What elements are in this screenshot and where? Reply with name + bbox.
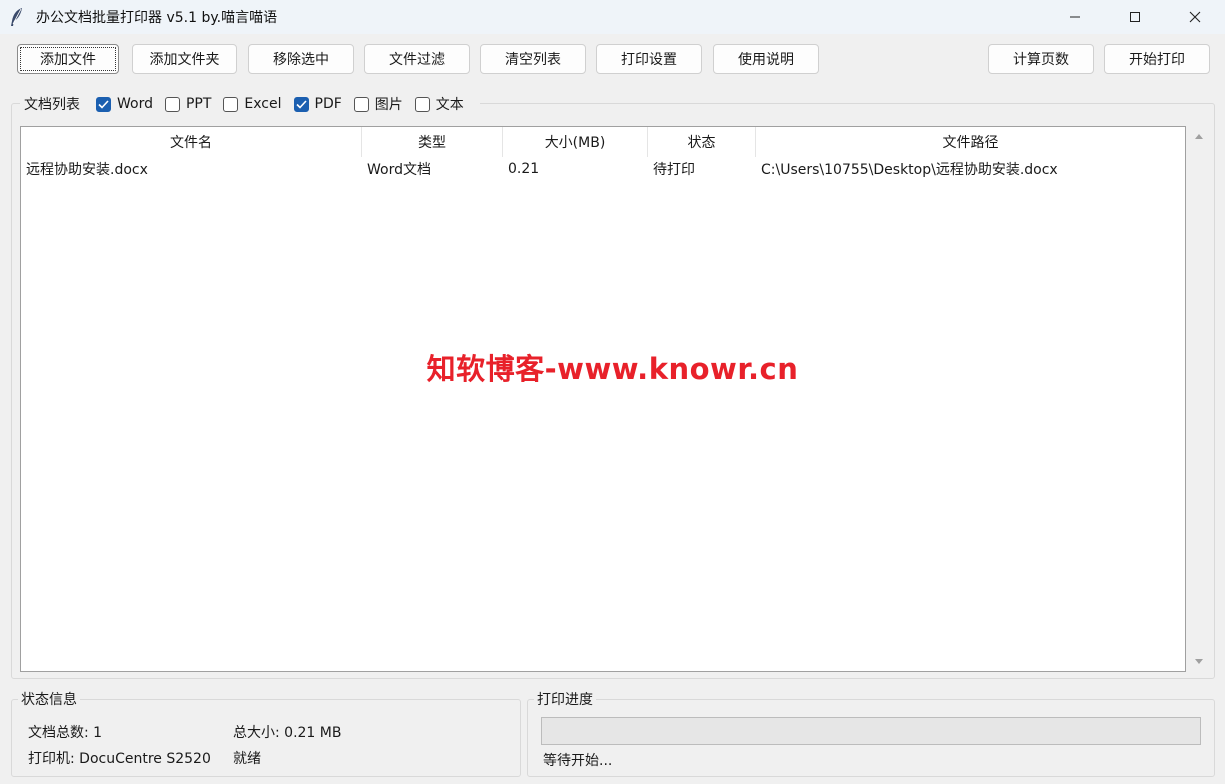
cell-type: Word文档 — [367, 162, 431, 178]
checkbox-checked-icon[interactable] — [293, 96, 309, 112]
filter-excel-label: Excel — [244, 96, 282, 112]
status-info-group: 状态信息 文档总数: 1 总大小: 0.21 MB 打印机: DocuCentr… — [11, 689, 521, 777]
cell-filename: 远程协助安装.docx — [26, 162, 148, 178]
table-header: 文件名 类型 大小(MB) 状态 文件路径 — [21, 127, 1185, 157]
status-info-title: 状态信息 — [18, 689, 80, 709]
filter-pdf-label: PDF — [314, 96, 342, 112]
filter-word-label: Word — [117, 96, 153, 112]
cell-status: 待打印 — [653, 162, 695, 178]
checkbox-unchecked-icon[interactable] — [223, 96, 239, 112]
title-bar: 办公文档批量打印器 v5.1 by.喵言喵语 — [0, 0, 1225, 34]
count-pages-button[interactable]: 计算页数 — [988, 44, 1094, 74]
total-size: 总大小: 0.21 MB — [233, 725, 342, 741]
checkbox-unchecked-icon[interactable] — [353, 96, 369, 112]
maximize-icon — [1130, 12, 1140, 22]
document-list-header: 文档列表 Word PPT Excel PDF 图片 文本 — [20, 93, 480, 115]
scroll-up-icon[interactable] — [1193, 130, 1205, 142]
checkbox-unchecked-icon[interactable] — [164, 96, 180, 112]
filter-excel-checkbox[interactable]: Excel — [223, 96, 282, 112]
column-header-path[interactable]: 文件路径 — [756, 127, 1185, 157]
document-list-group: 文档列表 Word PPT Excel PDF 图片 文本 文件名 类型 大小(MB) 状… — [11, 93, 1215, 679]
print-progress-bar — [541, 717, 1201, 745]
column-header-type[interactable]: 类型 — [362, 127, 503, 157]
print-progress-group: 打印进度 等待开始... — [527, 689, 1215, 777]
checkbox-unchecked-icon[interactable] — [414, 96, 430, 112]
filter-pdf-checkbox[interactable]: PDF — [293, 96, 342, 112]
cell-path: C:\Users\10755\Desktop\远程协助安装.docx — [761, 162, 1058, 178]
maximize-button[interactable] — [1105, 0, 1165, 34]
document-count: 文档总数: 1 — [28, 725, 103, 741]
filter-image-checkbox[interactable]: 图片 — [353, 94, 403, 114]
document-table[interactable]: 文件名 类型 大小(MB) 状态 文件路径 远程协助安装.docx Word文档… — [20, 126, 1186, 672]
ready-status: 就绪 — [233, 751, 261, 767]
usage-guide-button[interactable]: 使用说明 — [713, 44, 819, 74]
window-title: 办公文档批量打印器 v5.1 by.喵言喵语 — [36, 10, 278, 26]
start-print-button[interactable]: 开始打印 — [1104, 44, 1210, 74]
print-progress-title: 打印进度 — [534, 689, 596, 709]
cell-size: 0.21 — [508, 161, 540, 177]
add-file-button[interactable]: 添加文件 — [17, 44, 119, 74]
column-header-size[interactable]: 大小(MB) — [503, 127, 648, 157]
table-row[interactable]: 远程协助安装.docx Word文档 0.21 待打印 C:\Users\107… — [21, 157, 1185, 181]
add-folder-button[interactable]: 添加文件夹 — [132, 44, 237, 74]
filter-word-checkbox[interactable]: Word — [96, 96, 153, 112]
filter-image-label: 图片 — [374, 97, 403, 113]
toolbar: 添加文件 添加文件夹 移除选中 文件过滤 清空列表 打印设置 使用说明 计算页数… — [0, 44, 1225, 76]
filter-text-label: 文本 — [435, 97, 464, 113]
clear-list-button[interactable]: 清空列表 — [480, 44, 586, 74]
remove-selected-button[interactable]: 移除选中 — [248, 44, 354, 74]
minimize-icon — [1070, 16, 1080, 18]
feather-icon — [10, 7, 26, 27]
progress-status-text: 等待开始... — [543, 753, 613, 769]
close-button[interactable] — [1165, 0, 1225, 34]
filter-ppt-checkbox[interactable]: PPT — [164, 96, 212, 112]
printer-name: 打印机: DocuCentre S2520 — [28, 751, 211, 767]
column-header-status[interactable]: 状态 — [648, 127, 756, 157]
print-settings-button[interactable]: 打印设置 — [596, 44, 702, 74]
column-header-filename[interactable]: 文件名 — [21, 127, 362, 157]
vertical-scrollbar[interactable] — [1190, 126, 1208, 672]
minimize-button[interactable] — [1045, 0, 1105, 34]
scroll-down-icon[interactable] — [1193, 656, 1205, 668]
filter-text-checkbox[interactable]: 文本 — [414, 94, 464, 114]
document-list-title: 文档列表 — [24, 97, 80, 113]
watermark-text: 知软博客-www.knowr.cn — [426, 352, 799, 386]
close-icon — [1189, 11, 1201, 23]
filter-ppt-label: PPT — [185, 96, 212, 112]
file-filter-button[interactable]: 文件过滤 — [364, 44, 470, 74]
checkbox-checked-icon[interactable] — [96, 96, 111, 112]
